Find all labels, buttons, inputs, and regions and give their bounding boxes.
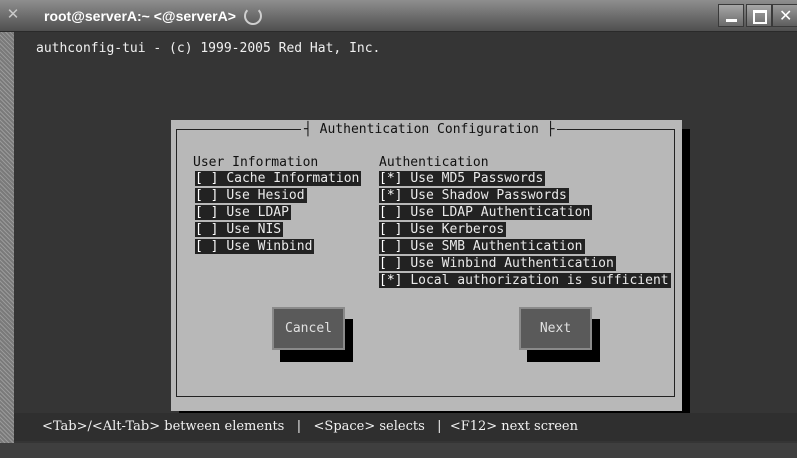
checkbox-mark: [ ] [195,188,219,203]
checkbox-use-smb-authentication[interactable]: [ ] Use SMB Authentication [379,239,585,254]
checkbox-label: Cache Information [226,171,360,186]
checkbox-label: Use NIS [226,222,282,237]
checkbox-mark: [ ] [379,222,403,237]
status-help-text: <Tab>/<Alt-Tab> between elements | <Spac… [42,419,578,434]
status-help-bar: <Tab>/<Alt-Tab> between elements | <Spac… [14,413,797,441]
maximize-button[interactable] [746,4,772,27]
close-button[interactable]: ✕ [772,4,797,27]
checkbox-mark: [ ] [379,256,403,271]
checkbox-local-authorization[interactable]: [*] Local authorization is sufficient [379,273,671,288]
checkbox-use-shadow-passwords[interactable]: [*] Use Shadow Passwords [379,188,569,203]
checkbox-cache-information[interactable]: [ ] Cache Information [195,171,362,186]
checkbox-use-nis[interactable]: [ ] Use NIS [195,222,284,237]
checkbox-label: Use Winbind Authentication [410,256,614,271]
checkbox-label: Use SMB Authentication [410,239,583,254]
checkbox-mark: [ ] [195,171,219,186]
checkbox-label: Use Shadow Passwords [410,188,567,203]
checkbox-mark: [*] [379,171,403,186]
checkbox-use-kerberos[interactable]: [ ] Use Kerberos [379,222,507,237]
next-button[interactable]: Next [519,307,592,350]
checkbox-mark: [ ] [195,239,219,254]
close-icon: ✕ [779,8,793,25]
checkbox-label: Use LDAP Authentication [410,205,591,220]
window-frame-edge [0,32,14,443]
checkbox-label: Use Hesiod [226,188,305,203]
checkbox-use-hesiod[interactable]: [ ] Use Hesiod [195,188,307,203]
terminal-header-text: authconfig-tui - (c) 1999-2005 Red Hat, … [36,41,381,56]
user-info-heading: User Information [193,155,319,170]
checkbox-mark: [*] [379,273,403,288]
checkbox-label: Use MD5 Passwords [410,171,544,186]
terminal-icon: ✕ [6,6,20,23]
cancel-button[interactable]: Cancel [272,307,345,350]
dialog-title: ┤ Authentication Configuration ├ [301,122,558,137]
checkbox-use-ldap[interactable]: [ ] Use LDAP [195,205,291,220]
checkbox-mark: [ ] [195,222,219,237]
checkbox-mark: [ ] [379,239,403,254]
checkbox-use-winbind[interactable]: [ ] Use Winbind [195,239,315,254]
busy-spinner-icon [244,7,262,25]
checkbox-use-md5-passwords[interactable]: [*] Use MD5 Passwords [379,171,546,186]
checkbox-label: Use Kerberos [410,222,505,237]
checkbox-use-winbind-authentication[interactable]: [ ] Use Winbind Authentication [379,256,616,271]
checkbox-mark: [ ] [379,205,403,220]
checkbox-mark: [ ] [195,205,219,220]
window-title: root@serverA:~ <@serverA> [44,8,236,24]
checkbox-label: Use Winbind [226,239,313,254]
checkbox-label: Local authorization is sufficient [410,273,669,288]
terminal-window: ✕ root@serverA:~ <@serverA> ✕ authconfig… [0,0,797,443]
checkbox-use-ldap-authentication[interactable]: [ ] Use LDAP Authentication [379,205,593,220]
auth-heading: Authentication [379,155,489,170]
dialog-title-text: Authentication Configuration [319,122,539,137]
checkbox-mark: [*] [379,188,403,203]
terminal-area[interactable]: authconfig-tui - (c) 1999-2005 Red Hat, … [14,32,797,443]
checkbox-label: Use LDAP [226,205,289,220]
title-bar[interactable]: ✕ root@serverA:~ <@serverA> ✕ [0,0,797,32]
minimize-button[interactable] [718,4,744,27]
auth-config-dialog: ┤ Authentication Configuration ├ User In… [171,120,682,411]
